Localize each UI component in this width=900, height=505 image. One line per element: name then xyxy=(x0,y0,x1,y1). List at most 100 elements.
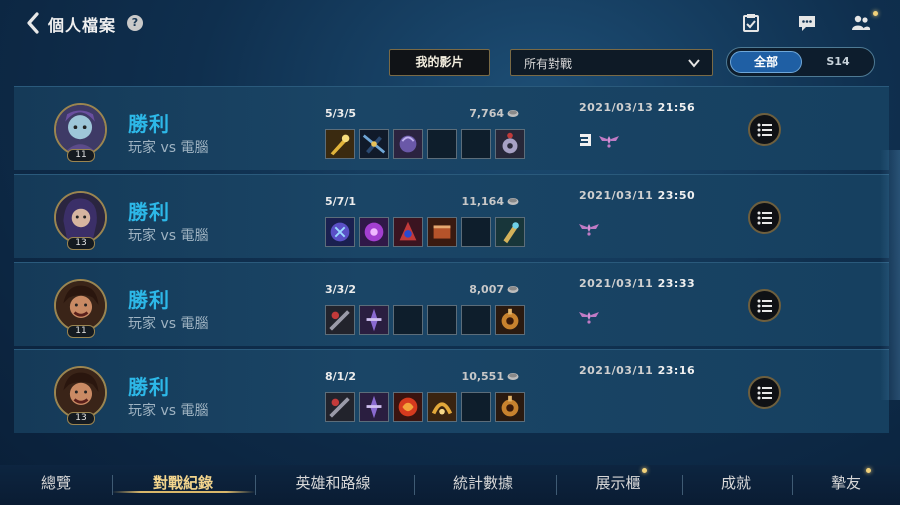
tab-statistics[interactable]: 統計數據 xyxy=(428,472,538,493)
item-slot[interactable] xyxy=(393,217,423,247)
match-mode: 玩家 vs 電腦 xyxy=(128,140,209,156)
match-datetime: 2021/03/11 23:16 xyxy=(579,364,695,377)
match-date: 2021/03/11 xyxy=(579,364,654,377)
item-slot[interactable] xyxy=(393,392,423,422)
match-mode: 玩家 vs 電腦 xyxy=(128,403,209,419)
active-tab-indicator xyxy=(112,491,255,493)
champion-level: 11 xyxy=(67,325,95,338)
gold: 10,551 xyxy=(444,370,519,383)
list-icon xyxy=(757,123,772,136)
match-type-select[interactable]: 所有對戰 xyxy=(510,49,713,76)
back-chevron-icon[interactable] xyxy=(22,10,44,36)
item-slot[interactable] xyxy=(393,129,423,159)
list-icon xyxy=(757,386,772,399)
item-slot[interactable] xyxy=(325,217,355,247)
divider xyxy=(556,475,557,495)
match-date: 2021/03/11 xyxy=(579,189,654,202)
match-badges xyxy=(578,131,620,149)
kda: 5/7/1 xyxy=(325,195,356,208)
empty-item-slot[interactable] xyxy=(393,305,423,335)
item-slot[interactable] xyxy=(325,392,355,422)
season-toggle-all[interactable]: 全部 xyxy=(730,51,802,73)
item-slot[interactable] xyxy=(359,392,389,422)
item-slot[interactable] xyxy=(325,129,355,159)
trinket-slot[interactable] xyxy=(495,217,525,247)
item-slot[interactable] xyxy=(359,217,389,247)
empty-item-slot[interactable] xyxy=(461,392,491,422)
gold: 11,164 xyxy=(444,195,519,208)
chat-icon[interactable] xyxy=(795,12,819,34)
gold: 7,764 xyxy=(444,107,519,120)
tab-showcase[interactable]: 展示櫃 xyxy=(563,472,673,493)
gold-amount: 11,164 xyxy=(461,195,504,208)
help-icon[interactable]: ? xyxy=(127,15,143,31)
trinket-slot[interactable] xyxy=(495,392,525,422)
trinket-slot[interactable] xyxy=(495,129,525,159)
bottom-nav: 總覽 對戰紀錄 英雄和路線 統計數據 展示櫃 成就 摯友 xyxy=(0,465,900,505)
gold-amount: 10,551 xyxy=(461,370,504,383)
gold-amount: 8,007 xyxy=(469,283,504,296)
my-videos-button[interactable]: 我的影片 xyxy=(389,49,490,76)
match-date: 2021/03/13 xyxy=(579,101,654,114)
empty-item-slot[interactable] xyxy=(427,129,457,159)
match-detail-button[interactable] xyxy=(748,289,781,322)
kda: 8/1/2 xyxy=(325,370,356,383)
empty-item-slot[interactable] xyxy=(461,217,491,247)
scroll-edge-glow xyxy=(880,150,900,400)
item-slots xyxy=(325,305,525,335)
item-slot[interactable] xyxy=(359,305,389,335)
match-detail-button[interactable] xyxy=(748,201,781,234)
divider xyxy=(255,475,256,495)
item-slots xyxy=(325,217,525,247)
match-detail-button[interactable] xyxy=(748,113,781,146)
item-slot[interactable] xyxy=(427,392,457,422)
match-result: 勝利 xyxy=(128,375,170,399)
match-badges xyxy=(578,307,600,325)
champion-level: 11 xyxy=(67,149,95,162)
season-toggle: 全部 S14 xyxy=(726,47,875,77)
item-slot[interactable] xyxy=(359,129,389,159)
rank-wings-badge-icon xyxy=(579,224,599,236)
checklist-icon[interactable] xyxy=(739,12,763,34)
gold: 8,007 xyxy=(444,283,519,296)
match-datetime: 2021/03/13 21:56 xyxy=(579,101,695,114)
match-time: 23:50 xyxy=(657,189,696,202)
item-slot[interactable] xyxy=(427,217,457,247)
notification-dot xyxy=(642,468,647,473)
match-time: 23:16 xyxy=(657,364,696,377)
empty-item-slot[interactable] xyxy=(427,305,457,335)
gold-icon xyxy=(507,373,519,380)
match-card[interactable]: 13 勝利 玩家 vs 電腦 8/1/2 10,551 2021/03/11 2… xyxy=(14,349,889,433)
tab-best-friends[interactable]: 摯友 xyxy=(791,472,900,493)
gold-amount: 7,764 xyxy=(469,107,504,120)
tab-overview[interactable]: 總覽 xyxy=(1,472,111,493)
tab-achievements[interactable]: 成就 xyxy=(681,472,791,493)
match-badges xyxy=(578,219,600,237)
tab-match-history[interactable]: 對戰紀錄 xyxy=(128,472,238,493)
match-detail-button[interactable] xyxy=(748,376,781,409)
match-date: 2021/03/11 xyxy=(579,277,654,290)
empty-item-slot[interactable] xyxy=(461,129,491,159)
match-card[interactable]: 11 勝利 玩家 vs 電腦 5/3/5 7,764 2021/03/13 21… xyxy=(14,86,889,170)
page-title: 個人檔案 xyxy=(48,16,117,35)
match-card[interactable]: 11 勝利 玩家 vs 電腦 3/3/2 8,007 2021/03/11 23… xyxy=(14,262,889,346)
friends-icon[interactable] xyxy=(849,12,873,34)
match-mode: 玩家 vs 電腦 xyxy=(128,316,209,332)
empty-item-slot[interactable] xyxy=(461,305,491,335)
match-datetime: 2021/03/11 23:33 xyxy=(579,277,695,290)
item-slot[interactable] xyxy=(325,305,355,335)
trinket-slot[interactable] xyxy=(495,305,525,335)
kda: 3/3/2 xyxy=(325,283,356,296)
match-datetime: 2021/03/11 23:50 xyxy=(579,189,695,202)
rank-wings-badge-icon xyxy=(579,312,599,324)
tab-champions-lanes[interactable]: 英雄和路線 xyxy=(278,472,388,493)
rank-wings-badge-icon xyxy=(599,136,619,148)
season-toggle-s14[interactable]: S14 xyxy=(805,51,871,73)
match-result: 勝利 xyxy=(128,112,170,136)
match-card[interactable]: 13 勝利 玩家 vs 電腦 5/7/1 11,164 2021/03/11 2… xyxy=(14,174,889,258)
list-icon xyxy=(757,299,772,312)
match-time: 23:33 xyxy=(657,277,696,290)
match-time: 21:56 xyxy=(657,101,696,114)
match-mode: 玩家 vs 電腦 xyxy=(128,228,209,244)
item-slots xyxy=(325,129,525,159)
